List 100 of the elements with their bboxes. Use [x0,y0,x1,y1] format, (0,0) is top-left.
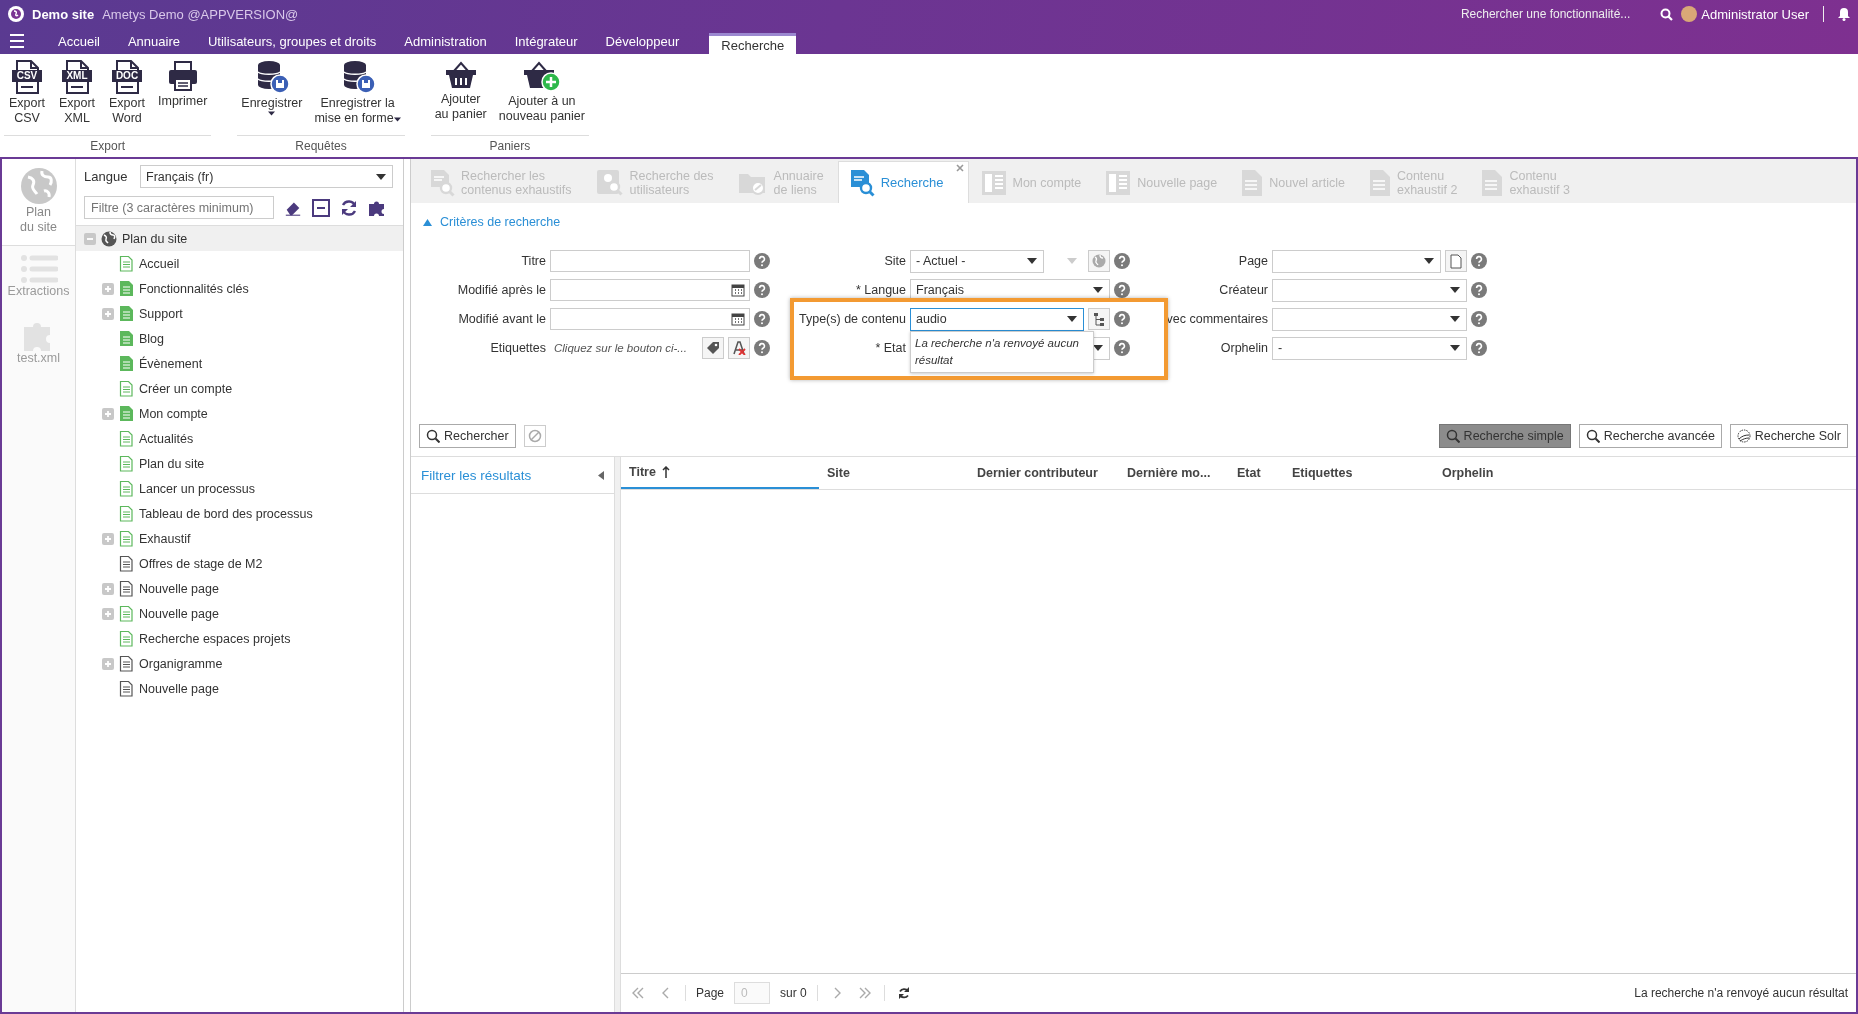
ribbon-button[interactable]: XML Export XML [54,60,100,135]
clear-tags-button[interactable] [728,337,750,359]
group-label: Export [4,135,212,157]
column-header[interactable]: Etat [1229,457,1284,489]
tree-node[interactable]: Offres de stage de M2 [76,551,403,576]
help-icon[interactable] [1114,253,1130,269]
menu-tab[interactable]: Annuaire [113,30,194,54]
menu-tab[interactable]: Accueil [44,30,114,54]
help-icon[interactable] [1471,340,1487,356]
printer-icon [166,60,199,92]
calendar-icon[interactable] [731,283,745,297]
calendar-icon[interactable] [731,312,745,326]
close-icon[interactable] [955,164,964,172]
help-icon[interactable] [1114,311,1130,327]
page-total: sur 0 [780,986,807,1000]
tree-node[interactable]: Accueil [76,251,403,276]
help-icon[interactable] [754,340,770,356]
text-field[interactable] [550,250,750,272]
help-icon[interactable] [754,311,770,327]
section-toggle[interactable]: Critères de recherche [411,203,1856,229]
document-tab[interactable]: Recherche [837,161,969,203]
dropdown-field[interactable]: audio [910,307,1084,331]
column-header[interactable]: Dernier contributeur [969,457,1119,489]
language-dropdown[interactable]: Français (fr) [140,165,393,188]
tree-node[interactable]: Mon compte [76,401,403,426]
tree-node[interactable]: Tableau de bord des processus [76,501,403,526]
menu-tab[interactable]: Administration [390,30,501,54]
bell-icon[interactable] [1838,7,1850,21]
tree-node[interactable]: Blog [76,326,403,351]
caret-icon [376,173,386,180]
tree-node[interactable]: Fonctionnalités clés [76,276,403,301]
column-header[interactable]: Dernière mo... [1119,457,1229,489]
column-header[interactable]: Site [819,457,969,489]
tree-node[interactable]: Nouvelle page [76,576,403,601]
ribbon-button[interactable]: Enregistrer [237,60,307,135]
avatar[interactable] [1681,6,1698,22]
tree-node[interactable]: Lancer un processus [76,476,403,501]
refresh-icon[interactable] [340,198,358,217]
globe-icon [101,230,117,247]
column-header[interactable]: Orphelin [1434,457,1584,489]
menu-tab[interactable]: Développeur [591,30,694,54]
dropdown-field[interactable] [1272,307,1467,331]
ribbon-button[interactable]: DOC Export Word [104,60,150,135]
tree-node[interactable]: Nouvelle page [76,676,403,701]
search-icon [426,429,440,443]
tag-picker-button[interactable] [702,337,724,359]
filter-field[interactable]: Filtre (3 caractères minimum) [84,196,274,219]
tree-node[interactable]: Plan du site [76,451,403,476]
dropdown-field[interactable]: - Actuel - [910,249,1044,273]
help-icon[interactable] [1471,282,1487,298]
clear-format-icon [732,341,746,355]
search-mode-button[interactable]: Recherche Solr [1729,424,1848,448]
help-icon[interactable] [1471,253,1487,269]
tree-node[interactable]: Plan du site [76,226,403,251]
search-button[interactable]: Rechercher [419,424,516,448]
field-label: Créateur [1218,283,1268,297]
tree-picker-button[interactable] [1088,308,1110,330]
page-label: Page [696,986,725,1000]
help-icon[interactable] [754,253,770,269]
ribbon-button[interactable]: Enregistrer la mise en forme [310,60,405,135]
field-label: Modifié avant le [457,312,546,326]
tree-node[interactable]: Évènement [76,351,403,376]
date-field[interactable] [550,279,750,301]
search-mode-button[interactable]: Recherche avancée [1578,424,1722,448]
date-field[interactable] [550,308,750,330]
dropdown-field[interactable] [1272,278,1467,302]
tree-node[interactable]: Organigramme [76,651,403,676]
search-mode-button[interactable]: Recherche simple [1438,424,1571,448]
help-icon[interactable] [1114,282,1130,298]
tree-node[interactable]: Créer un compte [76,376,403,401]
column-header[interactable]: Etiquettes [1284,457,1434,489]
ribbon-button[interactable]: Ajouter au panier [430,60,491,135]
collapse-arrow-icon[interactable] [598,470,604,480]
menu-tab[interactable]: Utilisateurs, groupes et droits [193,30,391,54]
side-tab[interactable]: Plan du site [2,159,75,246]
search-icon[interactable] [1660,7,1674,21]
ribbon-button[interactable]: CSV Export CSV [4,60,50,135]
tree-node[interactable]: Exhaustif [76,526,403,551]
help-icon[interactable] [754,282,770,298]
page-picker-button[interactable] [1445,250,1467,272]
ribbon-button[interactable]: Ajouter à un nouveau panier [494,60,589,135]
feature-search-field[interactable]: Rechercher une fonctionnalité... [1460,7,1631,21]
tree-node[interactable]: Nouvelle page [76,601,403,626]
dropdown-field[interactable]: - [1272,336,1467,360]
dropdown-field[interactable] [1272,249,1441,273]
caret-icon [1450,345,1460,351]
menu-tab[interactable]: Recherche [709,33,797,54]
ribbon-button[interactable]: Imprimer [154,60,212,135]
help-icon[interactable] [1114,340,1130,356]
collapse-icon[interactable] [312,198,330,217]
tree-node[interactable]: Recherche espaces projets [76,626,403,651]
site-name: Demo site [32,6,95,22]
menu-tab[interactable]: Intégrateur [500,30,592,54]
tree-node[interactable]: Support [76,301,403,326]
reset-button[interactable] [523,425,546,447]
tree-node[interactable]: Actualités [76,426,403,451]
column-header[interactable]: Titre [621,457,819,489]
help-icon[interactable] [1471,311,1487,327]
caret-icon [1067,258,1077,264]
user-name[interactable]: Administrator User [1701,6,1809,22]
